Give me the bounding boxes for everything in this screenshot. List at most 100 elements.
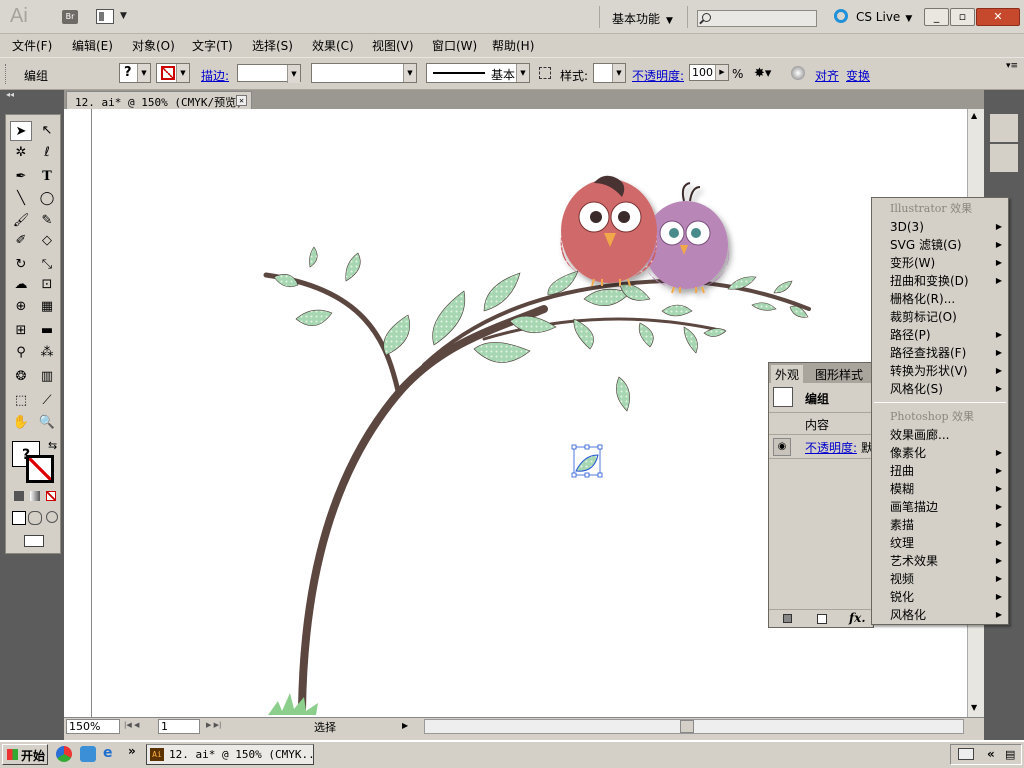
stroke-swatch-large[interactable]	[26, 455, 54, 483]
menu-item[interactable]: 转换为形状(V) ▶	[890, 362, 1004, 380]
menu-item[interactable]: 模糊 ▶	[890, 480, 1004, 498]
menu-item[interactable]: 视频 ▶	[890, 570, 1004, 588]
draw-behind-icon[interactable]	[28, 511, 42, 525]
pen-tool-icon[interactable]: ✒	[10, 167, 32, 187]
menu-item[interactable]: 锐化 ▶	[890, 588, 1004, 606]
scale-tool-icon[interactable]: ⤡	[36, 255, 58, 275]
stroke-color-dropdown[interactable]: ▼	[156, 63, 190, 83]
collapse-icon[interactable]: ◂◂	[6, 90, 14, 99]
symbol-sprayer-tool-icon[interactable]: ❂	[10, 367, 32, 387]
contents-row[interactable]: 内容	[769, 413, 873, 435]
help-search-input[interactable]	[697, 10, 817, 27]
zoom-level-field[interactable]: 150%	[66, 719, 120, 734]
menu-item[interactable]: 3D(3) ▶	[890, 218, 1004, 236]
first-artboard-icon[interactable]: |◀ ◀	[124, 721, 139, 729]
menu-item[interactable]: 艺术效果 ▶	[890, 552, 1004, 570]
app-launcher-icon[interactable]	[80, 746, 96, 762]
recolor-icon[interactable]: ✸▾	[754, 66, 771, 81]
scroll-down-icon[interactable]: ▼	[971, 703, 977, 712]
restore-button[interactable]: ▫	[950, 8, 975, 26]
ellipse-tool-icon[interactable]: ◯	[36, 189, 58, 209]
type-tool-icon[interactable]: T	[36, 167, 58, 187]
variable-width-dropdown[interactable]: ▼	[311, 63, 417, 83]
menu-item[interactable]: 路径查找器(F) ▶	[890, 344, 1004, 362]
menu-item[interactable]: 风格化(S) ▶	[890, 380, 1004, 398]
opacity-field[interactable]: 100 ▶	[689, 64, 729, 81]
bridge-button[interactable]: Br	[62, 10, 78, 24]
menu-item[interactable]: 风格化 ▶	[890, 606, 1004, 624]
zoom-tool-icon[interactable]: 🔍	[36, 413, 58, 433]
next-artboard-icon[interactable]: ▶ ▶|	[206, 721, 221, 729]
swatches-panel-icon[interactable]	[990, 114, 1018, 142]
menu-effect[interactable]: 效果(C)	[312, 37, 354, 54]
cs-live-button[interactable]: CS Live ▼	[834, 9, 912, 24]
quicklaunch-chevron[interactable]: »	[128, 744, 136, 758]
rotate-tool-icon[interactable]: ↻	[10, 255, 32, 275]
menu-item[interactable]: 画笔描边 ▶	[890, 498, 1004, 516]
start-button[interactable]: 开始	[2, 744, 48, 765]
menu-item[interactable]: 变形(W) ▶	[890, 254, 1004, 272]
appearance-group-row[interactable]: 编组	[769, 383, 873, 413]
mesh-tool-icon[interactable]: ⊞	[10, 321, 32, 341]
menu-item[interactable]: 扭曲 ▶	[890, 462, 1004, 480]
clear-appearance-icon[interactable]	[783, 614, 792, 623]
stroke-link[interactable]: 描边:	[201, 67, 229, 84]
warp-tool-icon[interactable]: ☁	[10, 275, 32, 295]
shape-builder-tool-icon[interactable]: ⊕	[10, 297, 32, 317]
chevron-right-icon[interactable]: ▶	[402, 721, 408, 730]
menu-item[interactable]: 扭曲和变换(D) ▶	[890, 272, 1004, 290]
workspace-switcher[interactable]: 基本功能 ▼	[612, 10, 673, 27]
lasso-tool-icon[interactable]: ℓ	[36, 143, 58, 163]
panel-menu-icon[interactable]: ▾≡	[1006, 61, 1018, 71]
brushes-panel-icon[interactable]	[990, 144, 1018, 172]
gradient-mode-icon[interactable]	[30, 491, 40, 501]
draw-inside-icon[interactable]	[46, 511, 58, 523]
menu-item[interactable]: 效果画廊...	[890, 426, 1004, 444]
eraser-tool-icon[interactable]: ◇	[36, 231, 58, 251]
eyedropper-tool-icon[interactable]: ⚲	[10, 343, 32, 363]
transform-link[interactable]: 变换	[846, 67, 870, 84]
direct-selection-tool-icon[interactable]: ↖	[36, 121, 58, 141]
scroll-thumb[interactable]	[680, 720, 694, 733]
chrome-icon[interactable]	[56, 746, 72, 762]
free-transform-tool-icon[interactable]: ⊡	[36, 275, 58, 295]
fill-color-dropdown[interactable]: ? ▼	[119, 63, 151, 83]
menu-edit[interactable]: 编辑(E)	[72, 37, 113, 54]
menu-item[interactable]: 路径(P) ▶	[890, 326, 1004, 344]
taskbar-item-illustrator[interactable]: 12. ai* @ 150% (CMYK...	[146, 744, 314, 765]
stroke-weight-field[interactable]: ▼	[237, 64, 301, 83]
selection-tool-icon[interactable]: ➤	[10, 121, 32, 141]
horizontal-scrollbar[interactable]	[424, 719, 964, 734]
gradient-tool-icon[interactable]: ▬	[36, 321, 58, 341]
align-link[interactable]: 对齐	[815, 67, 839, 84]
menu-item[interactable]: 栅格化(R)...	[890, 290, 1004, 308]
draw-normal-icon[interactable]	[12, 511, 26, 525]
graphic-style-dropdown[interactable]: ▼	[593, 63, 626, 83]
artboard-tool-icon[interactable]: ⬚	[10, 391, 32, 411]
menu-item[interactable]: 纹理 ▶	[890, 534, 1004, 552]
visibility-eye-icon[interactable]: ◉	[773, 438, 791, 456]
opacity-link[interactable]: 不透明度:	[632, 67, 684, 84]
pencil-tool-icon[interactable]: ✎	[36, 211, 58, 231]
opacity-row[interactable]: ◉ 不透明度: 默	[769, 435, 873, 459]
ie-icon[interactable]: e	[103, 745, 113, 761]
tray-chevron[interactable]: «	[987, 747, 995, 761]
menu-object[interactable]: 对象(O)	[132, 37, 175, 54]
menu-item[interactable]: 像素化 ▶	[890, 444, 1004, 462]
new-item-icon[interactable]	[817, 614, 827, 624]
status-tool-label[interactable]: 选择	[314, 719, 336, 735]
line-tool-icon[interactable]: ╲	[10, 189, 32, 209]
swap-colors-icon[interactable]: ⇆	[48, 439, 57, 452]
scroll-up-icon[interactable]: ▲	[971, 111, 977, 120]
screen-mode-icon[interactable]	[24, 535, 44, 547]
slice-tool-icon[interactable]: ⟋	[36, 391, 58, 411]
menu-file[interactable]: 文件(F)	[12, 37, 52, 54]
minimize-button[interactable]: _	[924, 8, 949, 26]
menu-item[interactable]: 素描 ▶	[890, 516, 1004, 534]
menu-item[interactable]: SVG 滤镜(G) ▶	[890, 236, 1004, 254]
menu-help[interactable]: 帮助(H)	[492, 37, 534, 54]
opacity-link[interactable]: 不透明度:	[805, 439, 857, 456]
menu-type[interactable]: 文字(T)	[192, 37, 233, 54]
tab-appearance[interactable]: 外观	[771, 365, 804, 383]
menu-window[interactable]: 窗口(W)	[432, 37, 477, 54]
